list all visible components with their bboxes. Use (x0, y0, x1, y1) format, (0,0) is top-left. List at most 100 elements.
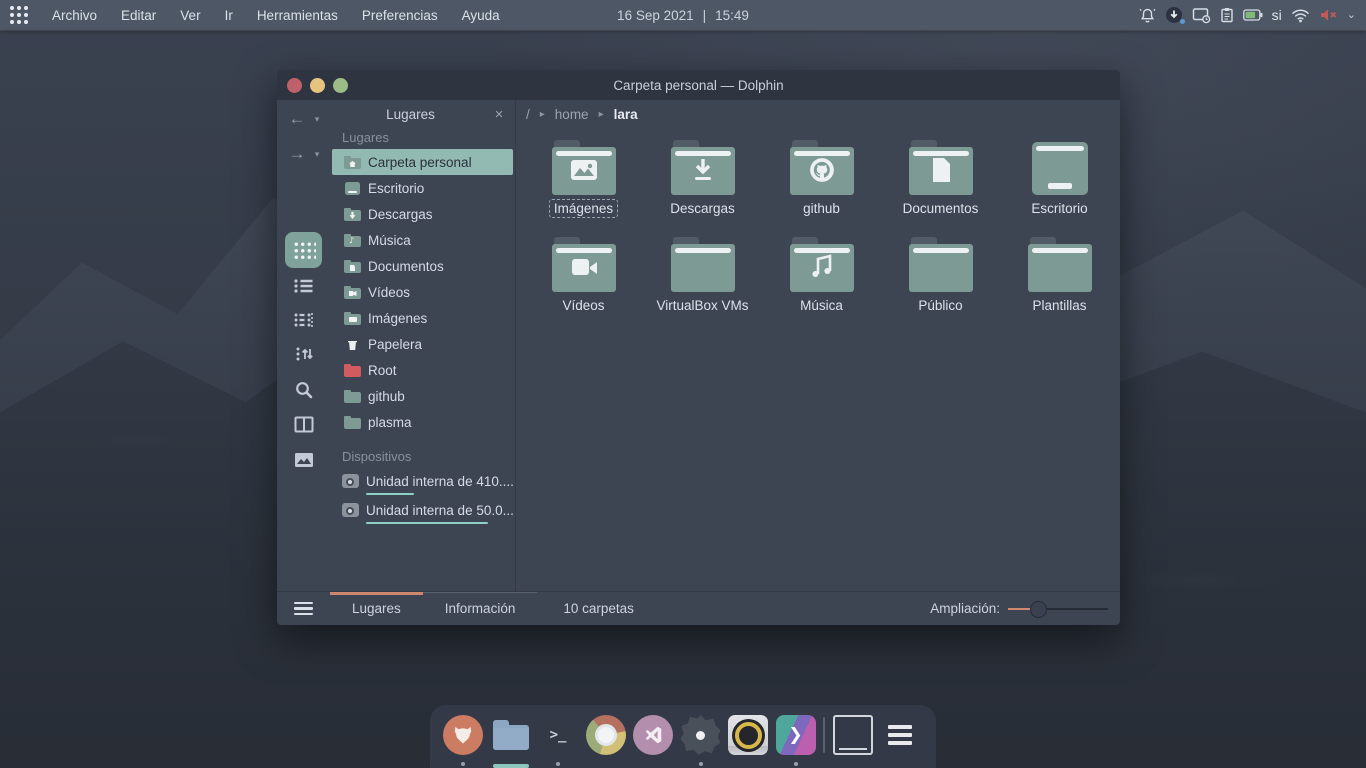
place-root[interactable]: Root (332, 357, 513, 383)
place-imagenes[interactable]: Imágenes (332, 305, 513, 331)
global-menubar: Archivo Editar Ver Ir Herramientas Prefe… (42, 4, 510, 27)
split-view-button[interactable] (285, 406, 322, 442)
running-indicator (794, 762, 798, 766)
side-toolbar: ← ▾ → ▾ (277, 100, 330, 591)
minimize-window-button[interactable] (310, 78, 325, 93)
place-videos[interactable]: Vídeos (332, 279, 513, 305)
folder-item-plantillas[interactable]: Plantillas (1000, 237, 1119, 334)
image-editor-icon: ❯ (776, 715, 816, 755)
breadcrumb-user[interactable]: lara (614, 107, 638, 122)
drive-usage-bar (366, 522, 488, 524)
dolphin-window: Carpeta personal — Dolphin ← ▾ → ▾ (277, 70, 1120, 625)
close-panel-icon[interactable]: × (491, 106, 507, 123)
dock-audio-player[interactable] (728, 715, 768, 768)
place-documentos[interactable]: Documentos (332, 253, 513, 279)
dock-firefox[interactable] (443, 715, 483, 768)
breadcrumb-arrow-icon: ▸ (540, 109, 545, 120)
firefox-icon (443, 715, 483, 755)
breadcrumb-root[interactable]: / (526, 107, 530, 122)
clipboard-icon[interactable] (1220, 7, 1234, 23)
volume-muted-icon[interactable] (1319, 7, 1338, 23)
tab-informacion[interactable]: Información (423, 592, 538, 625)
keyboard-layout-indicator[interactable]: si (1272, 7, 1282, 23)
status-bar: Lugares Información 10 carpetas Ampliaci… (277, 591, 1120, 625)
wifi-icon[interactable] (1291, 8, 1310, 23)
folder-item-videos[interactable]: Vídeos (524, 237, 643, 334)
folder-item-github[interactable]: github (762, 140, 881, 237)
compact-view-button[interactable] (285, 302, 322, 338)
titlebar[interactable]: Carpeta personal — Dolphin (277, 70, 1120, 100)
tray-expander-chevron-icon[interactable]: ⌄ (1347, 8, 1356, 21)
place-github[interactable]: github (332, 383, 513, 409)
dock-terminal[interactable]: >_ (538, 715, 578, 768)
breadcrumb-home[interactable]: home (555, 107, 589, 122)
folder-videos-icon (344, 285, 361, 299)
dock-show-desktop[interactable] (833, 715, 873, 768)
vs-code-icon (633, 715, 673, 755)
clock[interactable]: 16 Sep 2021 | 15:49 (617, 8, 749, 23)
menu-archivo[interactable]: Archivo (42, 4, 107, 27)
tab-lugares[interactable]: Lugares (330, 592, 423, 625)
icons-view-button[interactable] (285, 232, 322, 268)
search-button[interactable] (285, 372, 322, 408)
forward-history-caret-icon[interactable]: ▾ (311, 149, 323, 160)
sort-button[interactable] (285, 336, 322, 372)
dock-chromium[interactable] (586, 715, 626, 768)
dock-image-editor[interactable]: ❯ (776, 715, 816, 768)
place-papelera[interactable]: Papelera (332, 331, 513, 357)
trash-icon (344, 337, 361, 351)
back-history-caret-icon[interactable]: ▾ (311, 114, 323, 125)
window-controls (287, 70, 348, 100)
folder-item-documentos[interactable]: Documentos (881, 140, 1000, 237)
places-panel: Lugares × Lugares Carpeta personal Escri… (330, 100, 516, 591)
menu-ver[interactable]: Ver (170, 4, 210, 27)
folder-item-descargas[interactable]: Descargas (643, 140, 762, 237)
folder-documents-icon (909, 140, 973, 195)
menu-preferencias[interactable]: Preferencias (352, 4, 448, 27)
folder-icon (1028, 237, 1092, 292)
place-plasma[interactable]: plasma (332, 409, 513, 435)
window-title: Carpeta personal — Dolphin (613, 78, 783, 93)
zoom-slider-handle[interactable] (1030, 601, 1047, 618)
dock-separator (823, 717, 825, 753)
panel-menu-button[interactable] (277, 592, 330, 625)
desktop-icon (344, 181, 361, 195)
place-descargas[interactable]: Descargas (332, 201, 513, 227)
preview-toggle-button[interactable] (285, 442, 322, 478)
back-button[interactable]: ← (285, 107, 309, 131)
close-window-button[interactable] (287, 78, 302, 93)
folder-item-imagenes[interactable]: Imágenes (524, 140, 643, 237)
folder-grid: Imágenes Descargas github (516, 128, 1120, 591)
dock-application-menu[interactable] (880, 715, 920, 768)
device-drive-410[interactable]: Unidad interna de 410.... (330, 470, 515, 495)
device-drive-50[interactable]: Unidad interna de 50.0... (330, 499, 515, 524)
notifications-bell-icon[interactable] (1139, 7, 1156, 24)
updates-icon[interactable] (1165, 6, 1183, 24)
app-launcher-icon[interactable] (10, 6, 28, 24)
place-musica[interactable]: ♪ Música (332, 227, 513, 253)
active-indicator (493, 764, 529, 768)
zoom-slider[interactable] (1008, 601, 1108, 617)
menu-ir[interactable]: Ir (215, 4, 243, 27)
battery-icon[interactable] (1243, 9, 1263, 21)
folder-download-icon (671, 140, 735, 195)
place-carpeta-personal[interactable]: Carpeta personal (332, 149, 513, 175)
dock-settings[interactable] (681, 715, 721, 768)
place-escritorio[interactable]: Escritorio (332, 175, 513, 201)
details-view-button[interactable] (285, 268, 322, 304)
folder-videos-icon (552, 237, 616, 292)
menu-editar[interactable]: Editar (111, 4, 166, 27)
menu-herramientas[interactable]: Herramientas (247, 4, 348, 27)
zoom-control: Ampliación: (930, 592, 1120, 625)
dock-vscode[interactable] (633, 715, 673, 768)
folder-item-virtualbox[interactable]: VirtualBox VMs (643, 237, 762, 334)
maximize-window-button[interactable] (333, 78, 348, 93)
dock-file-manager[interactable] (491, 715, 531, 768)
folder-item-escritorio[interactable]: Escritorio (1000, 140, 1119, 237)
night-color-display-icon[interactable] (1192, 7, 1211, 24)
folder-item-publico[interactable]: Público (881, 237, 1000, 334)
menu-ayuda[interactable]: Ayuda (452, 4, 510, 27)
folder-item-musica[interactable]: Música (762, 237, 881, 334)
chromium-icon (586, 715, 626, 755)
forward-button[interactable]: → (285, 142, 309, 166)
